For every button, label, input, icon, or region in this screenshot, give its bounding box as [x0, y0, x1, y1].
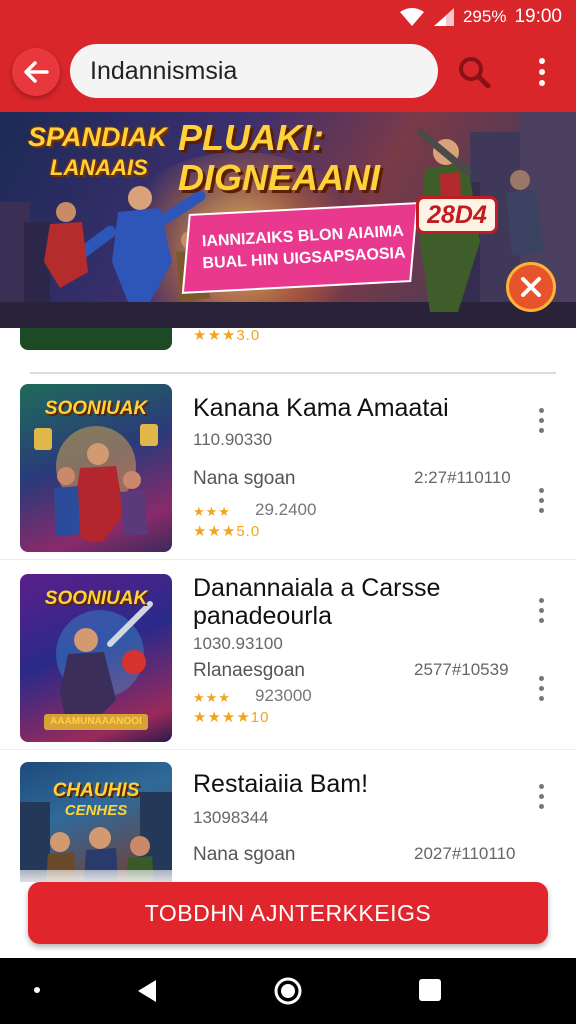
banner-logo-line2: LANAAIS [50, 155, 148, 180]
thumbnail-title: SOONIUAK [44, 588, 148, 609]
nav-indicator-dot [34, 987, 40, 993]
app-thumbnail: CHAUHIS CENHES [20, 762, 172, 882]
app-id: 110.90330 [193, 430, 273, 449]
more-vert-icon [538, 407, 544, 433]
app-stars: ★★★ [193, 690, 231, 705]
app-title: Kanana Kama Amaatai [193, 394, 449, 422]
app-thumbnail: SOONIUAK AAAMUNAAANOOI [20, 574, 172, 742]
app-title: Danannaiala a Carsse panadeourla [193, 574, 441, 630]
app-developer: Nana sgoan [193, 468, 296, 489]
app-rating: ★★★5.0 [193, 523, 261, 540]
nav-home-icon[interactable] [273, 976, 303, 1006]
app-meta: 2:27#110110 [414, 468, 511, 487]
screen: 295% 19:00 Indannismsia SPANDIAK LANAAIS… [0, 0, 576, 1024]
app-developer: Nana sgoan [193, 844, 296, 865]
app-meta: 2577#10539 [414, 660, 509, 679]
search-button[interactable] [454, 52, 494, 92]
more-vert-icon [538, 675, 544, 701]
status-bar: 295% 19:00 [0, 0, 576, 34]
more-vert-icon [538, 487, 544, 513]
close-icon [521, 277, 541, 297]
list-item[interactable]: SOONIUAK Kanana Kama Amaatai 110.90330 N… [0, 374, 576, 560]
app-stars: ★★★ [193, 504, 231, 519]
previous-item-thumbnail[interactable] [20, 328, 172, 350]
more-vert-icon [538, 597, 544, 623]
app-review-count: 29.2400 [255, 500, 317, 519]
app-bar: Indannismsia [0, 34, 576, 112]
thumbnail-subtitle: AAAMUNAAANOOI [50, 716, 142, 727]
search-icon [459, 57, 491, 89]
app-title: Restaiaiia Bam! [193, 770, 369, 798]
search-input-value: Indannismsia [90, 56, 238, 85]
banner-close-button[interactable] [506, 262, 556, 312]
overflow-menu-button[interactable] [522, 52, 562, 92]
app-review-count: 923000 [255, 686, 312, 705]
app-thumbnail: SOONIUAK [20, 384, 172, 552]
wifi-icon [399, 8, 424, 26]
thumbnail-subtitle: CENHES [64, 802, 128, 819]
app-rating: ★★★★10 [193, 709, 270, 726]
nav-back-icon[interactable] [132, 976, 162, 1006]
app-id: 13098344 [193, 808, 269, 827]
primary-action-button[interactable]: TOBDHN AJNTERKKEIGS [28, 882, 548, 944]
arrow-left-icon [24, 61, 49, 83]
search-input[interactable]: Indannismsia [70, 44, 438, 98]
more-vert-icon [539, 58, 545, 86]
list-item[interactable]: CHAUHIS CENHES Restaiaiia Bam! 13098344 … [0, 752, 576, 882]
item-more-button[interactable] [530, 402, 552, 438]
promo-banner[interactable]: SPANDIAK LANAAIS PLUAKI: DIGNEAANI IANNI… [0, 112, 576, 328]
thumbnail-title: CHAUHIS [52, 780, 140, 801]
thumbnail-title: SOONIUAK [44, 398, 148, 419]
card-separator [0, 559, 576, 560]
app-developer: Rlanaesgoan [193, 660, 305, 681]
nav-recent-icon[interactable] [419, 979, 441, 1001]
banner-year-badge: 28D4 [416, 196, 498, 234]
clock: 19:00 [514, 6, 562, 27]
item-more-button[interactable] [530, 592, 552, 628]
battery-level: 295% [462, 7, 507, 26]
app-id: 1030.93100 [193, 634, 283, 653]
signal-icon [433, 8, 454, 26]
back-button[interactable] [12, 48, 60, 96]
previous-item-rating: ★★★3.0 [193, 327, 261, 344]
banner-headline: PLUAKI: DIGNEAANI [178, 117, 381, 198]
app-meta: 2027#110110 [414, 844, 516, 863]
item-more-button[interactable] [530, 482, 552, 518]
banner-logo-line1: SPANDIAK [28, 122, 168, 152]
more-vert-icon [538, 783, 544, 809]
card-separator [0, 749, 576, 750]
list-item[interactable]: SOONIUAK AAAMUNAAANOOI Danannaiala a Car… [0, 562, 576, 750]
item-more-button[interactable] [530, 778, 552, 814]
item-more-button[interactable] [530, 670, 552, 706]
